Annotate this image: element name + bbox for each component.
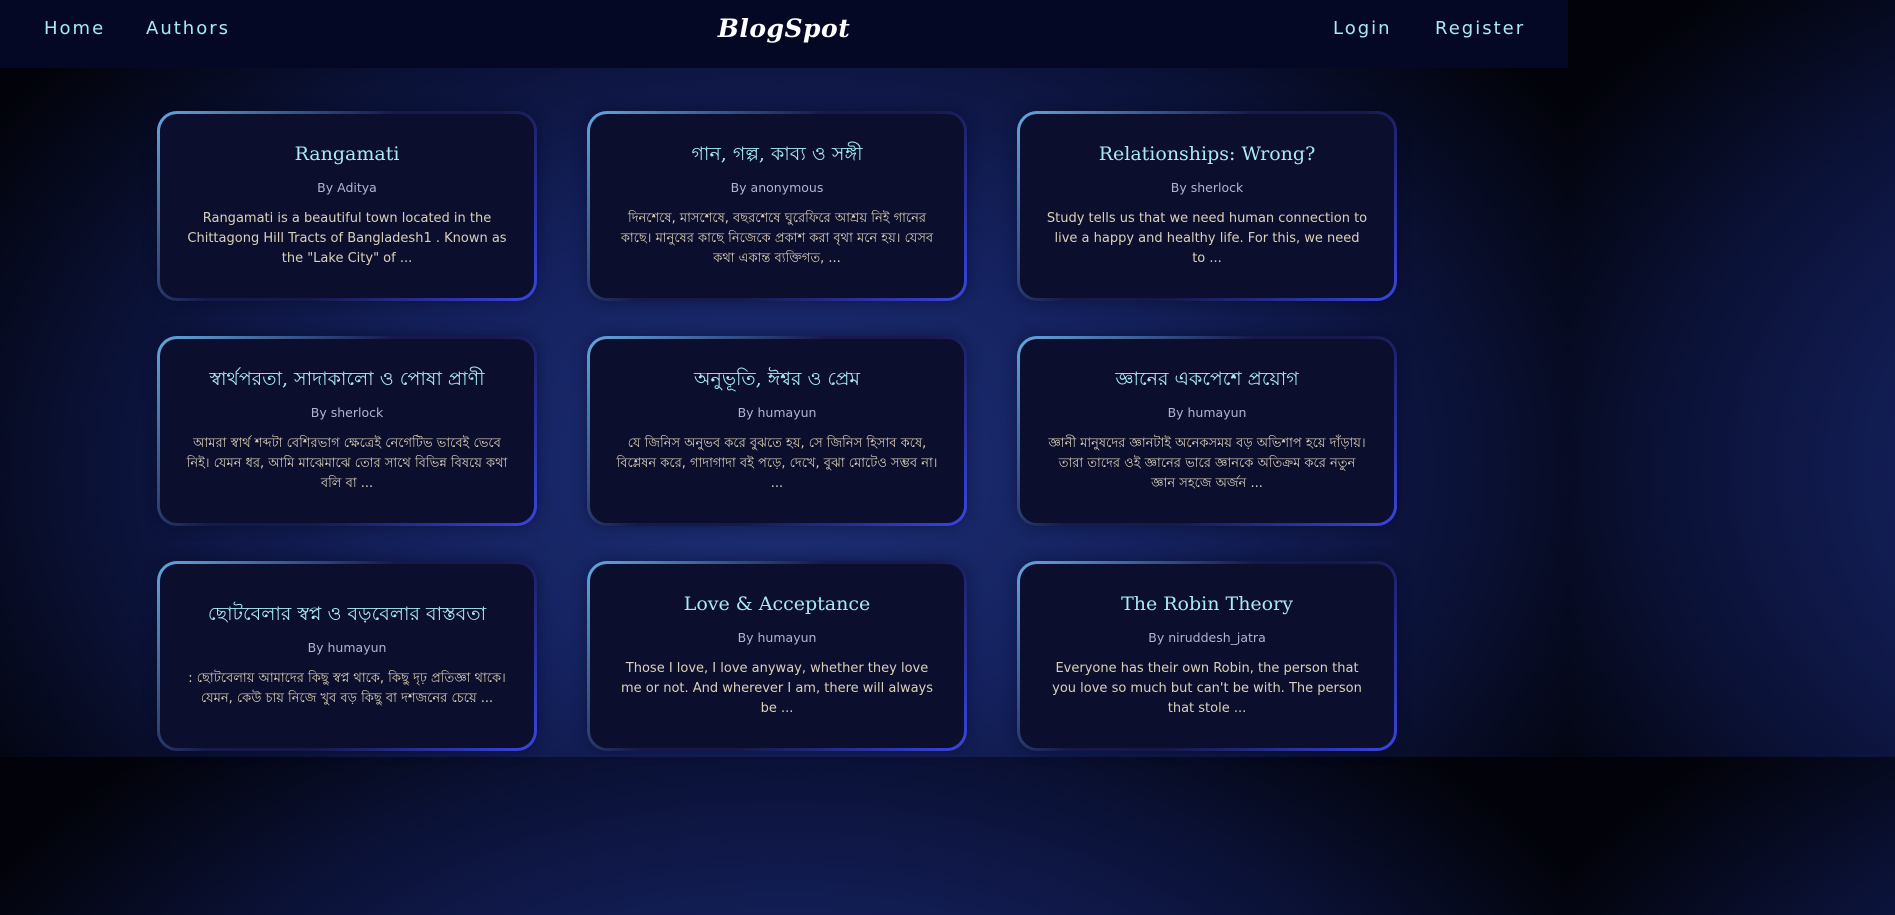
post-card[interactable]: ছোটবেলার স্বপ্ন ও বড়বেলার বাস্তবতা By h…: [157, 561, 537, 751]
post-author: By humayun: [307, 639, 387, 655]
post-author: By niruddesh_jatra: [1148, 629, 1266, 645]
post-excerpt: যে জিনিস অনুভব করে বুঝতে হয়, সে জিনিস হ…: [616, 435, 938, 491]
post-excerpt: আমরা স্বার্থ শব্দটা বেশিরভাগ ক্ষেত্রেই ন…: [186, 435, 508, 491]
post-title[interactable]: Relationships: Wrong?: [1099, 143, 1316, 166]
post-excerpt: Study tells us that we need human connec…: [1046, 210, 1368, 266]
post-author: By Aditya: [317, 179, 377, 195]
post-excerpt: জ্ঞানী মানুষদের জ্ঞানটাই অনেকসময় বড় অভ…: [1048, 435, 1366, 491]
post-author: By humayun: [1167, 404, 1247, 420]
post-card[interactable]: Rangamati By Aditya Rangamati is a beaut…: [157, 111, 537, 301]
post-card[interactable]: The Robin Theory By niruddesh_jatra Ever…: [1017, 561, 1397, 751]
post-title[interactable]: Love & Acceptance: [684, 593, 871, 616]
nav-authors-link[interactable]: Authors: [146, 18, 230, 39]
post-card[interactable]: স্বার্থপরতা, সাদাকালো ও পোষা প্রাণী By s…: [157, 336, 537, 526]
post-excerpt: : ছোটবেলায় আমাদের কিছু স্বপ্ন থাকে, কিছ…: [188, 670, 506, 706]
post-author: By sherlock: [1170, 179, 1244, 195]
post-title[interactable]: গান, গল্প, কাব্য ও সঙ্গী: [691, 143, 862, 166]
post-author: By humayun: [737, 404, 817, 420]
post-excerpt: Everyone has their own Robin, the person…: [1052, 660, 1362, 716]
top-navbar: Home Authors BlogSpot Login Register: [0, 0, 1568, 68]
post-excerpt: দিনশেষে, মাসশেষে, বছরশেষে ঘুরেফিরে আশ্রয…: [620, 210, 934, 266]
post-author: By sherlock: [310, 404, 384, 420]
post-card[interactable]: Relationships: Wrong? By sherlock Study …: [1017, 111, 1397, 301]
post-card[interactable]: জ্ঞানের একপেশে প্রয়োগ By humayun জ্ঞানী…: [1017, 336, 1397, 526]
post-card[interactable]: Love & Acceptance By humayun Those I lov…: [587, 561, 967, 751]
nav-home-link[interactable]: Home: [44, 18, 105, 39]
post-title[interactable]: অনুভূতি, ঈশ্বর ও প্রেম: [694, 368, 860, 391]
post-title[interactable]: স্বার্থপরতা, সাদাকালো ও পোষা প্রাণী: [209, 368, 484, 391]
nav-login-link[interactable]: Login: [1333, 18, 1392, 39]
post-excerpt: Rangamati is a beautiful town located in…: [187, 210, 507, 266]
post-card[interactable]: গান, গল্প, কাব্য ও সঙ্গী By anonymous দি…: [587, 111, 967, 301]
nav-register-link[interactable]: Register: [1435, 18, 1525, 39]
post-author: By humayun: [737, 629, 817, 645]
post-card[interactable]: অনুভূতি, ঈশ্বর ও প্রেম By humayun যে জিন…: [587, 336, 967, 526]
post-author: By anonymous: [730, 179, 824, 195]
post-title[interactable]: The Robin Theory: [1121, 593, 1293, 616]
post-excerpt: Those I love, I love anyway, whether the…: [620, 660, 934, 716]
post-title[interactable]: ছোটবেলার স্বপ্ন ও বড়বেলার বাস্তবতা: [208, 603, 486, 626]
post-title[interactable]: জ্ঞানের একপেশে প্রয়োগ: [1115, 368, 1298, 391]
post-title[interactable]: Rangamati: [295, 143, 400, 166]
brand-logo[interactable]: BlogSpot: [718, 14, 851, 43]
